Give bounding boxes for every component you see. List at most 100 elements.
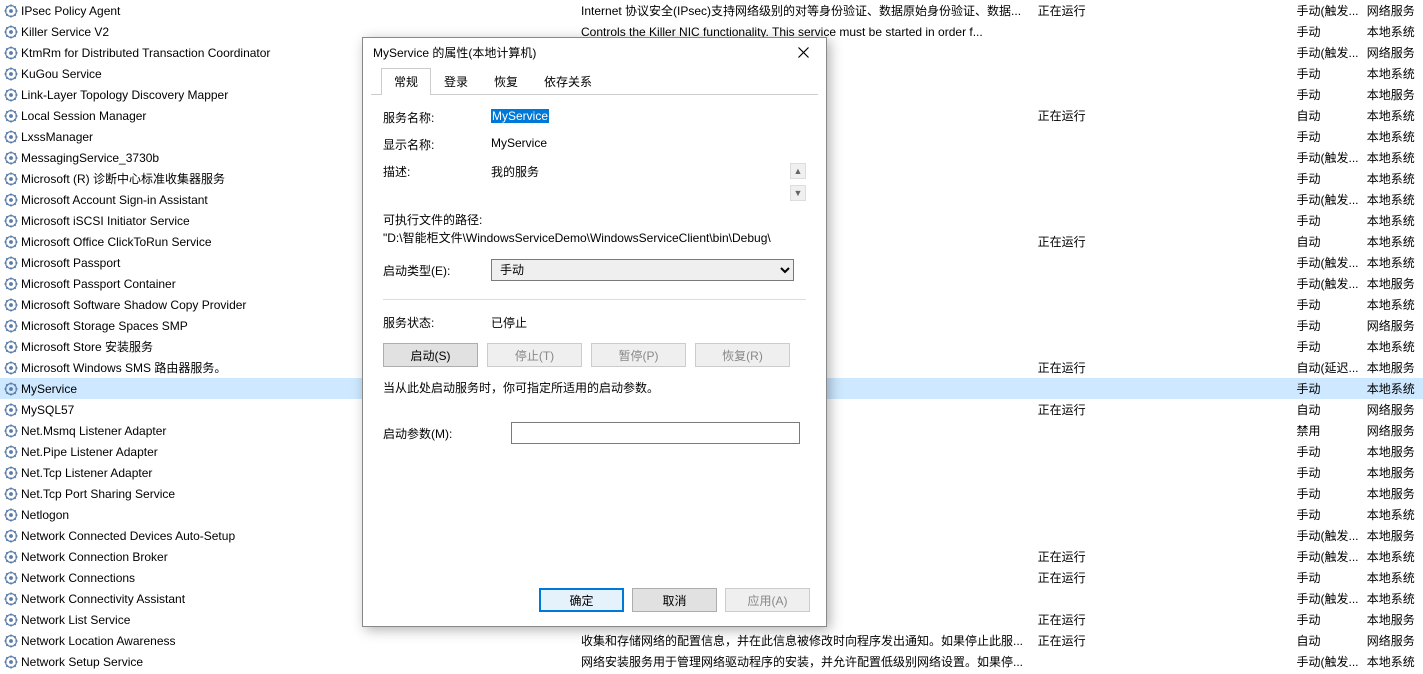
tab-logon[interactable]: 登录	[431, 68, 481, 95]
service-status	[1034, 21, 1293, 42]
gear-icon	[4, 403, 18, 417]
gear-icon	[4, 214, 18, 228]
service-logon: 网络服务	[1363, 42, 1423, 63]
gear-icon	[4, 571, 18, 585]
service-status: 正在运行	[1034, 399, 1293, 420]
service-startup: 手动	[1293, 441, 1363, 462]
service-name: Microsoft Account Sign-in Assistant	[21, 193, 208, 207]
service-status: 正在运行	[1034, 609, 1293, 630]
service-name: Network Connected Devices Auto-Setup	[21, 529, 235, 543]
start-params-input[interactable]	[511, 422, 800, 444]
service-status	[1034, 651, 1293, 672]
service-startup: 手动	[1293, 315, 1363, 336]
service-logon: 本地系统	[1363, 147, 1423, 168]
service-status: 正在运行	[1034, 357, 1293, 378]
service-name: KuGou Service	[21, 67, 102, 81]
service-startup: 手动(触发...	[1293, 189, 1363, 210]
gear-icon	[4, 508, 18, 522]
service-status	[1034, 147, 1293, 168]
service-name: Microsoft Windows SMS 路由器服务。	[21, 359, 226, 376]
service-startup: 自动	[1293, 105, 1363, 126]
service-startup: 手动	[1293, 609, 1363, 630]
service-logon: 本地系统	[1363, 63, 1423, 84]
service-row[interactable]: Network Location Awareness收集和存储网络的配置信息，并…	[0, 630, 1423, 651]
gear-icon	[4, 592, 18, 606]
service-logon: 本地系统	[1363, 252, 1423, 273]
apply-button: 应用(A)	[725, 588, 810, 612]
gear-icon	[4, 172, 18, 186]
service-name: MyService	[21, 382, 77, 396]
ok-button[interactable]: 确定	[539, 588, 624, 612]
service-startup: 手动(触发...	[1293, 147, 1363, 168]
service-logon: 本地系统	[1363, 231, 1423, 252]
start-button[interactable]: 启动(S)	[383, 343, 478, 367]
gear-icon	[4, 487, 18, 501]
service-logon: 本地系统	[1363, 504, 1423, 525]
dialog-footer: 确定 取消 应用(A)	[363, 576, 826, 626]
service-name: Microsoft Software Shadow Copy Provider	[21, 298, 246, 312]
service-logon: 本地系统	[1363, 126, 1423, 147]
service-status: 正在运行	[1034, 231, 1293, 252]
gear-icon	[4, 382, 18, 396]
service-status	[1034, 126, 1293, 147]
service-status: 正在运行	[1034, 630, 1293, 651]
tab-bar: 常规 登录 恢复 依存关系	[371, 67, 818, 95]
value-service-name[interactable]: MyService	[491, 109, 549, 123]
service-status	[1034, 588, 1293, 609]
value-description: 我的服务	[491, 165, 539, 179]
tab-dependencies[interactable]: 依存关系	[531, 68, 605, 95]
gear-icon	[4, 109, 18, 123]
service-status	[1034, 210, 1293, 231]
service-name: MySQL57	[21, 403, 74, 417]
service-name: MessagingService_3730b	[21, 151, 159, 165]
service-logon: 本地系统	[1363, 546, 1423, 567]
service-description: 网络安装服务用于管理网络驱动程序的安装，并允许配置低级别网络设置。如果停...	[577, 651, 1034, 672]
tab-general[interactable]: 常规	[381, 68, 431, 95]
gear-icon	[4, 46, 18, 60]
service-status	[1034, 462, 1293, 483]
service-logon: 本地系统	[1363, 567, 1423, 588]
label-exe-path: 可执行文件的路径:	[383, 211, 806, 229]
tab-recovery[interactable]: 恢复	[481, 68, 531, 95]
service-logon: 本地服务	[1363, 441, 1423, 462]
service-name: Netlogon	[21, 508, 69, 522]
pause-button: 暂停(P)	[591, 343, 686, 367]
service-logon: 网络服务	[1363, 399, 1423, 420]
label-startup-type: 启动类型(E):	[383, 262, 491, 279]
service-startup: 自动(延迟...	[1293, 357, 1363, 378]
gear-icon	[4, 130, 18, 144]
description-scrollbar[interactable]: ▲ ▼	[790, 163, 806, 201]
value-display-name: MyService	[491, 136, 806, 150]
stop-button: 停止(T)	[487, 343, 582, 367]
service-status	[1034, 525, 1293, 546]
service-status	[1034, 273, 1293, 294]
service-startup: 手动(触发...	[1293, 273, 1363, 294]
description-box[interactable]: 我的服务 ▲ ▼	[491, 163, 806, 201]
service-startup: 手动(触发...	[1293, 588, 1363, 609]
service-row[interactable]: IPsec Policy AgentInternet 协议安全(IPsec)支持…	[0, 0, 1423, 21]
cancel-button[interactable]: 取消	[632, 588, 717, 612]
service-logon: 本地服务	[1363, 462, 1423, 483]
service-name: Net.Tcp Port Sharing Service	[21, 487, 175, 501]
gear-icon	[4, 25, 18, 39]
service-logon: 本地系统	[1363, 21, 1423, 42]
service-startup: 手动(触发...	[1293, 525, 1363, 546]
service-name: IPsec Policy Agent	[21, 4, 120, 18]
startup-type-select[interactable]: 手动	[491, 259, 794, 281]
close-button[interactable]	[781, 38, 826, 67]
service-row[interactable]: Network Setup Service网络安装服务用于管理网络驱动程序的安装…	[0, 651, 1423, 672]
service-startup: 手动	[1293, 336, 1363, 357]
arrow-up-icon[interactable]: ▲	[790, 163, 806, 179]
service-name: Microsoft Storage Spaces SMP	[21, 319, 188, 333]
dialog-titlebar[interactable]: MyService 的属性(本地计算机)	[363, 38, 826, 67]
service-status	[1034, 252, 1293, 273]
service-status	[1034, 504, 1293, 525]
service-name: Network Connection Broker	[21, 550, 168, 564]
service-logon: 本地服务	[1363, 525, 1423, 546]
label-start-params: 启动参数(M):	[383, 425, 511, 442]
label-service-status: 服务状态:	[383, 314, 491, 331]
service-logon: 本地服务	[1363, 84, 1423, 105]
arrow-down-icon[interactable]: ▼	[790, 185, 806, 201]
service-startup: 手动(触发...	[1293, 42, 1363, 63]
service-name: Net.Tcp Listener Adapter	[21, 466, 152, 480]
